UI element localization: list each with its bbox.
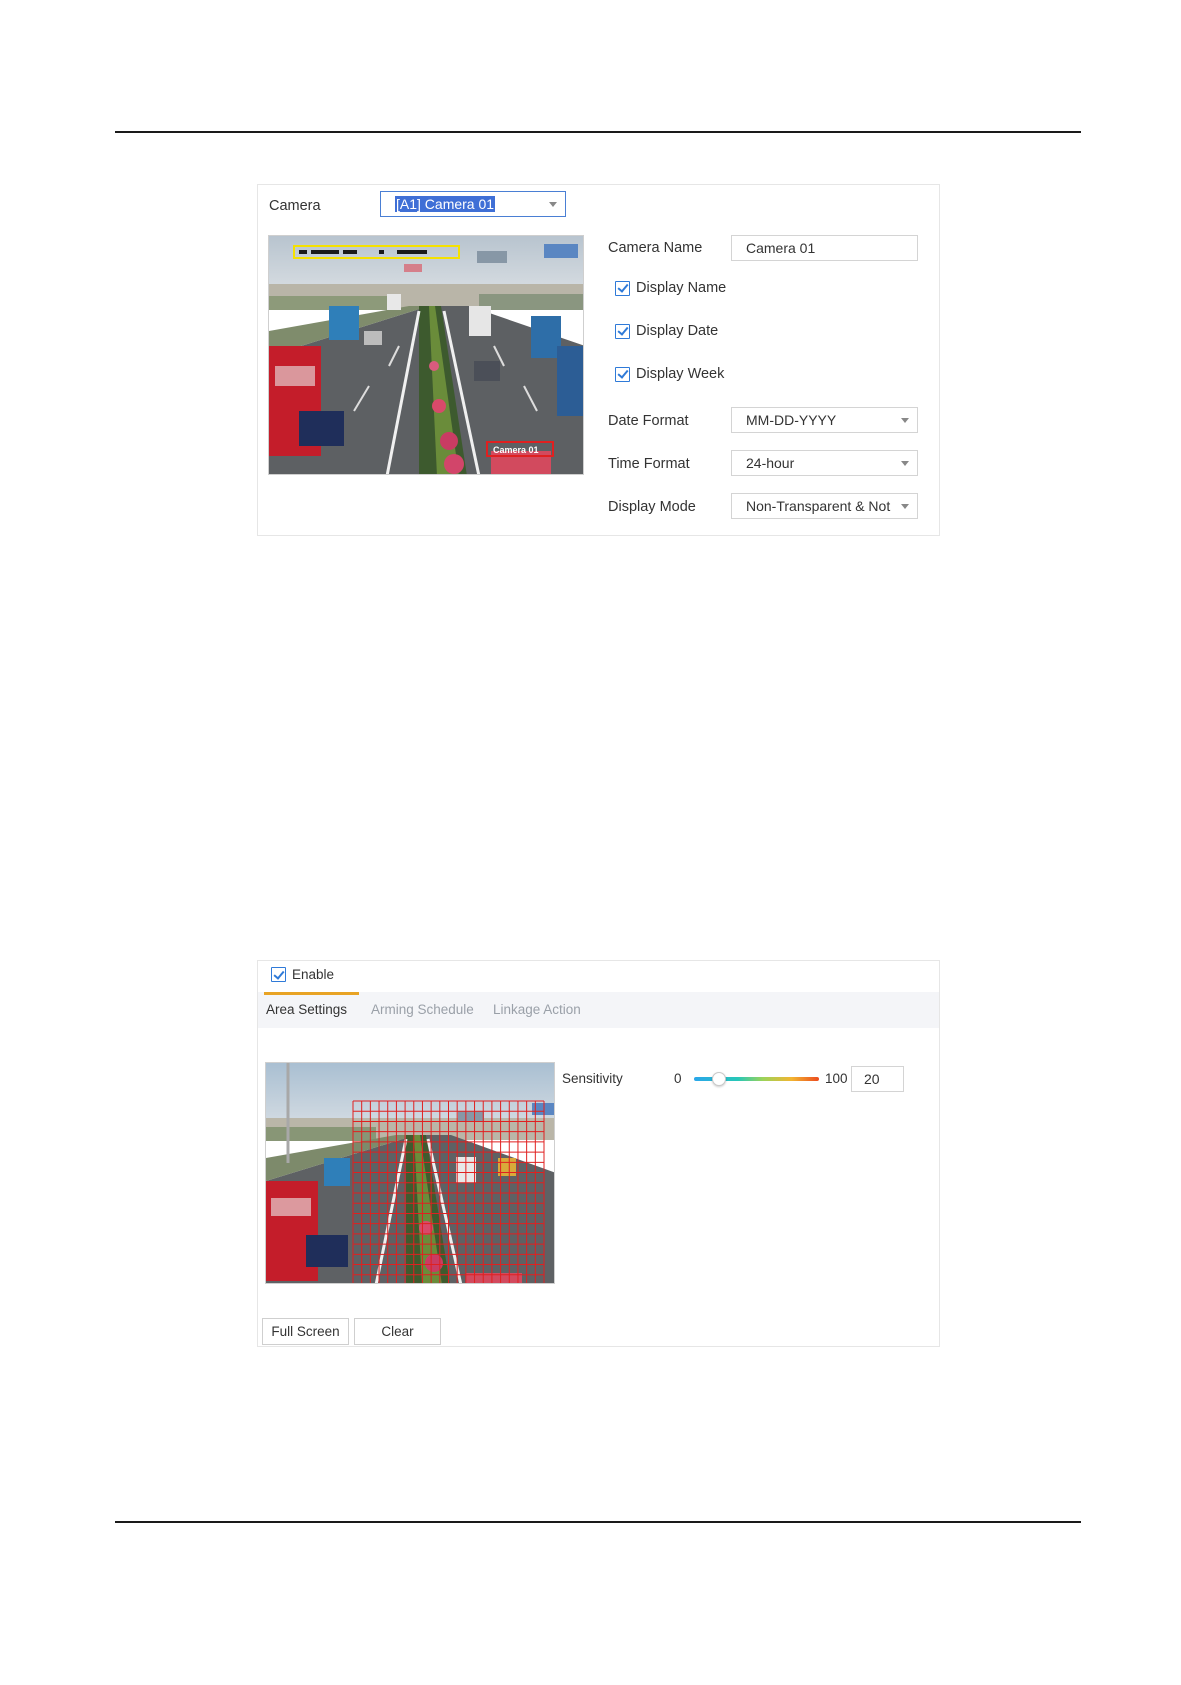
checkbox-checked-icon[interactable] — [615, 366, 630, 382]
time-format-label: Time Format — [608, 456, 690, 472]
display-name-checkbox-row[interactable]: Display Name — [615, 280, 726, 296]
date-format-label: Date Format — [608, 413, 689, 429]
tab-linkage-action[interactable]: Linkage Action — [493, 1002, 581, 1017]
tab-area-settings[interactable]: Area Settings — [266, 1002, 347, 1017]
time-format-select[interactable]: 24-hour — [731, 450, 918, 476]
tab-bar: Area Settings Arming Schedule Linkage Ac… — [258, 992, 939, 1028]
display-week-checkbox-row[interactable]: Display Week — [615, 366, 724, 382]
camera-name-label: Camera Name — [608, 240, 703, 256]
display-week-label: Display Week — [636, 366, 725, 382]
date-format-value: MM-DD-YYYY — [746, 412, 837, 428]
header-rule — [115, 131, 1081, 133]
enable-checkbox-row[interactable]: Enable — [271, 967, 334, 982]
motion-detection-panel: Enable Area Settings Arming Schedule Lin… — [257, 960, 940, 1347]
sensitivity-value-input[interactable]: 20 — [851, 1066, 904, 1092]
display-date-label: Display Date — [636, 323, 719, 339]
checkbox-checked-icon[interactable] — [615, 323, 630, 339]
active-tab-indicator — [264, 992, 359, 995]
camera-label: Camera — [269, 198, 321, 214]
camera-select-value: [A1] Camera 01 — [395, 196, 496, 212]
display-mode-label: Display Mode — [608, 499, 696, 515]
sensitivity-label: Sensitivity — [562, 1071, 623, 1086]
dropdown-caret-icon — [901, 461, 909, 466]
camera-select[interactable]: [A1] Camera 01 — [380, 191, 566, 217]
dropdown-caret-icon — [549, 202, 557, 207]
display-name-label: Display Name — [636, 280, 727, 296]
enable-label: Enable — [292, 967, 335, 982]
footer-rule — [115, 1521, 1081, 1523]
tab-arming-schedule[interactable]: Arming Schedule — [371, 1002, 474, 1017]
osd-settings-panel: Camera [A1] Camera 01 Camera 01 Camera N… — [257, 184, 940, 536]
display-mode-value: Non-Transparent & Not — [746, 498, 891, 514]
slider-max-label: 100 — [825, 1071, 848, 1086]
time-format-value: 24-hour — [746, 455, 795, 471]
date-format-select[interactable]: MM-DD-YYYY — [731, 407, 918, 433]
dropdown-caret-icon — [901, 504, 909, 509]
sensitivity-slider-handle[interactable] — [712, 1072, 726, 1086]
checkbox-checked-icon[interactable] — [615, 280, 630, 296]
display-mode-select[interactable]: Non-Transparent & Not — [731, 493, 918, 519]
display-date-checkbox-row[interactable]: Display Date — [615, 323, 718, 339]
dropdown-caret-icon — [901, 418, 909, 423]
checkbox-checked-icon[interactable] — [271, 967, 286, 982]
osd-video-preview[interactable]: Camera 01 — [268, 235, 584, 475]
slider-min-label: 0 — [674, 1071, 682, 1086]
camera-name-input[interactable]: Camera 01 — [731, 235, 918, 261]
motion-area-video[interactable] — [265, 1062, 555, 1284]
osd-name-overlay: Camera 01 — [493, 445, 539, 455]
full-screen-button[interactable]: Full Screen — [262, 1318, 349, 1345]
clear-button[interactable]: Clear — [354, 1318, 441, 1345]
